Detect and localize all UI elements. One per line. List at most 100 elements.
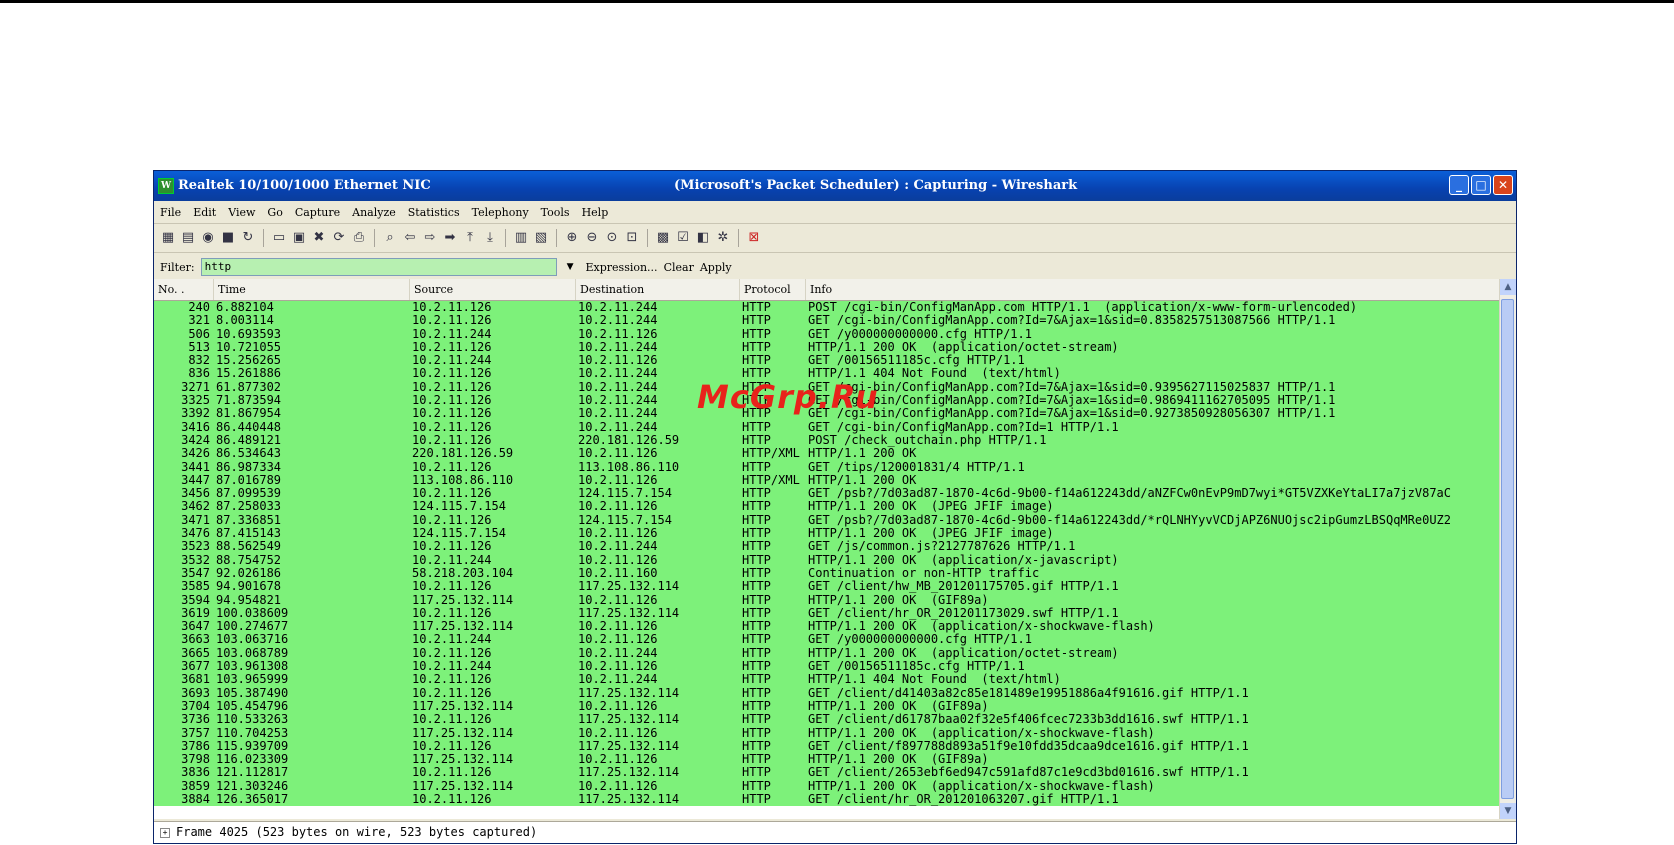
preferences-icon[interactable]: ✲: [715, 230, 731, 246]
packet-destination: 10.2.11.244: [578, 301, 658, 314]
packet-row[interactable]: 3647 100.274677 117.25.132.114 10.2.11.126 H…: [154, 620, 1502, 634]
packet-row[interactable]: 3704 105.454796 117.25.132.114 10.2.11.126 H…: [154, 699, 1502, 714]
packet-row[interactable]: 3859 121.303246 117.25.132.114 10.2.11.126 H…: [154, 779, 1502, 793]
packet-row[interactable]: 506 10.693593 10.2.11.244 10.2.11.126 HTTP GE…: [154, 327, 1502, 341]
col-header-info[interactable]: Info: [806, 279, 1502, 300]
packet-time: 15.261886: [216, 367, 282, 381]
clear-button[interactable]: Clear: [664, 261, 694, 274]
menu-view[interactable]: View: [228, 206, 255, 219]
display-filters-icon[interactable]: ☑: [675, 230, 691, 246]
scroll-down-icon[interactable]: ▼: [1500, 803, 1516, 819]
packet-row[interactable]: 3426 86.534643 220.181.126.59 10.2.11.126 HT…: [154, 447, 1502, 461]
packet-row[interactable]: 3424 86.489121 10.2.11.126 220.181.126.59 HT…: [154, 433, 1502, 448]
packet-row[interactable]: 3594 94.954821 117.25.132.114 10.2.11.126 HT…: [154, 593, 1502, 607]
packet-row[interactable]: 321 8.003114 10.2.11.126 10.2.11.244 HTTP GET…: [154, 314, 1502, 328]
reload-icon[interactable]: ⟳: [331, 230, 347, 246]
menu-statistics[interactable]: Statistics: [408, 206, 460, 219]
resize-columns-icon[interactable]: ⊡: [624, 230, 640, 246]
col-header-destination[interactable]: Destination: [576, 279, 740, 300]
zoom-normal-icon[interactable]: ⊙: [604, 230, 620, 246]
menu-file[interactable]: File: [160, 206, 181, 219]
packet-row[interactable]: 3471 87.336851 10.2.11.126 124.115.7.154 HTT…: [154, 513, 1502, 528]
packet-row[interactable]: 832 15.256265 10.2.11.244 10.2.11.126 HTTP GE…: [154, 354, 1502, 368]
packet-row[interactable]: 3441 86.987334 10.2.11.126 113.108.86.110 HT…: [154, 460, 1502, 474]
print-icon[interactable]: ⎙: [351, 230, 367, 246]
menu-analyze[interactable]: Analyze: [352, 206, 396, 219]
packet-row[interactable]: 3677 103.961308 10.2.11.244 10.2.11.126 HTTP…: [154, 660, 1502, 674]
packet-no: 3736: [181, 713, 210, 727]
filter-dropdown-icon[interactable]: ▼: [567, 262, 574, 272]
go-back-icon[interactable]: ⇦: [402, 230, 418, 246]
expression-button[interactable]: Expression...: [586, 261, 658, 274]
packet-row[interactable]: 3681 103.965999 10.2.11.126 10.2.11.244 HTTP…: [154, 673, 1502, 687]
packet-row[interactable]: 3547 92.026186 58.218.203.104 10.2.11.160 HT…: [154, 566, 1502, 581]
packet-row[interactable]: 240 6.882104 10.2.11.126 10.2.11.244 HTTP POS…: [154, 301, 1502, 315]
frame-summary[interactable]: Frame 4025 (523 bytes on wire, 523 bytes…: [176, 825, 537, 839]
menu-edit[interactable]: Edit: [193, 206, 216, 219]
colorize-icon[interactable]: ▥: [513, 230, 529, 246]
packet-row[interactable]: 3585 94.901678 10.2.11.126 117.25.132.114 HT…: [154, 580, 1502, 594]
go-first-icon[interactable]: ⤒: [462, 230, 478, 246]
packet-row[interactable]: 3836 121.112817 10.2.11.126 117.25.132.114 H…: [154, 766, 1502, 780]
zoom-in-icon[interactable]: ⊕: [564, 230, 580, 246]
go-to-packet-icon[interactable]: ➡: [442, 230, 458, 246]
packet-no: 3271: [181, 380, 210, 394]
packet-row[interactable]: 3456 87.099539 10.2.11.126 124.115.7.154 HTT…: [154, 487, 1502, 501]
packet-row[interactable]: 3693 105.387490 10.2.11.126 117.25.132.114 H…: [154, 686, 1502, 700]
scroll-thumb[interactable]: [1501, 299, 1514, 799]
menu-help[interactable]: Help: [582, 206, 609, 219]
packet-source: 10.2.11.126: [412, 686, 492, 700]
go-last-icon[interactable]: ⤓: [482, 230, 498, 246]
go-forward-icon[interactable]: ⇨: [422, 230, 438, 246]
close-file-icon[interactable]: ✖: [311, 230, 327, 246]
packet-info: HTTP/1.1 200 OK: [808, 473, 917, 487]
packet-row[interactable]: 3532 88.754752 10.2.11.244 10.2.11.126 HTTP H…: [154, 553, 1502, 567]
filter-input[interactable]: http: [200, 258, 557, 276]
maximize-button[interactable]: □: [1471, 175, 1491, 195]
menu-go[interactable]: Go: [267, 206, 282, 219]
col-header-time[interactable]: Time: [214, 279, 410, 300]
packet-row[interactable]: 513 10.721055 10.2.11.126 10.2.11.244 HTTP HT…: [154, 340, 1502, 355]
col-header-source[interactable]: Source: [410, 279, 576, 300]
packet-list-scrollbar[interactable]: ▲ ▼: [1499, 279, 1516, 819]
menu-capture[interactable]: Capture: [295, 206, 340, 219]
capture-options-icon[interactable]: ▤: [180, 230, 196, 246]
minimize-button[interactable]: _: [1449, 175, 1469, 195]
menu-tools[interactable]: Tools: [541, 206, 570, 219]
packet-row[interactable]: 3786 115.939709 10.2.11.126 117.25.132.114 H…: [154, 739, 1502, 754]
packet-row[interactable]: 3798 116.023309 117.25.132.114 10.2.11.126 H…: [154, 753, 1502, 767]
open-file-icon[interactable]: ▭: [271, 230, 287, 246]
coloring-rules-icon[interactable]: ◧: [695, 230, 711, 246]
save-file-icon[interactable]: ▣: [291, 230, 307, 246]
apply-button[interactable]: Apply: [700, 261, 732, 274]
expand-icon[interactable]: +: [160, 827, 170, 838]
packet-source: 10.2.11.126: [412, 673, 492, 687]
restart-capture-icon[interactable]: ↻: [240, 230, 256, 246]
help-icon[interactable]: ⊠: [746, 230, 762, 246]
packet-row[interactable]: 3663 103.063716 10.2.11.244 10.2.11.126 HTTP…: [154, 633, 1502, 647]
packet-row[interactable]: 3462 87.258033 124.115.7.154 10.2.11.126 HTT…: [154, 500, 1502, 514]
packet-row[interactable]: 3447 87.016789 113.108.86.110 10.2.11.126 HT…: [154, 473, 1502, 488]
interfaces-icon[interactable]: ▦: [160, 230, 176, 246]
packet-row[interactable]: 3416 86.440448 10.2.11.126 10.2.11.244 HTTP G…: [154, 420, 1502, 434]
packet-row[interactable]: 3757 110.704253 117.25.132.114 10.2.11.126 H…: [154, 726, 1502, 740]
capture-filters-icon[interactable]: ▩: [655, 230, 671, 246]
packet-no: 513: [188, 340, 210, 354]
find-packet-icon[interactable]: ⌕: [382, 230, 398, 246]
menu-telephony[interactable]: Telephony: [472, 206, 529, 219]
autoscroll-icon[interactable]: ▧: [533, 230, 549, 246]
packet-row[interactable]: 3736 110.533263 10.2.11.126 117.25.132.114 H…: [154, 713, 1502, 727]
packet-row[interactable]: 3665 103.068789 10.2.11.126 10.2.11.244 HTTP…: [154, 646, 1502, 661]
stop-capture-icon[interactable]: ■: [220, 230, 236, 246]
start-capture-icon[interactable]: ◉: [200, 230, 216, 246]
packet-row[interactable]: 3884 126.365017 10.2.11.126 117.25.132.114 H…: [154, 792, 1502, 807]
col-header-no[interactable]: No. .: [154, 279, 214, 300]
col-header-protocol[interactable]: Protocol: [740, 279, 806, 300]
scroll-up-icon[interactable]: ▲: [1500, 279, 1516, 295]
packet-row[interactable]: 3523 88.562549 10.2.11.126 10.2.11.244 HTTP G…: [154, 540, 1502, 554]
close-button[interactable]: ✕: [1493, 175, 1513, 195]
zoom-out-icon[interactable]: ⊖: [584, 230, 600, 246]
packet-no: 3594: [181, 593, 210, 607]
packet-row[interactable]: 3476 87.415143 124.115.7.154 10.2.11.126 HTT…: [154, 527, 1502, 541]
packet-row[interactable]: 3619 100.038609 10.2.11.126 117.25.132.114 H…: [154, 606, 1502, 621]
